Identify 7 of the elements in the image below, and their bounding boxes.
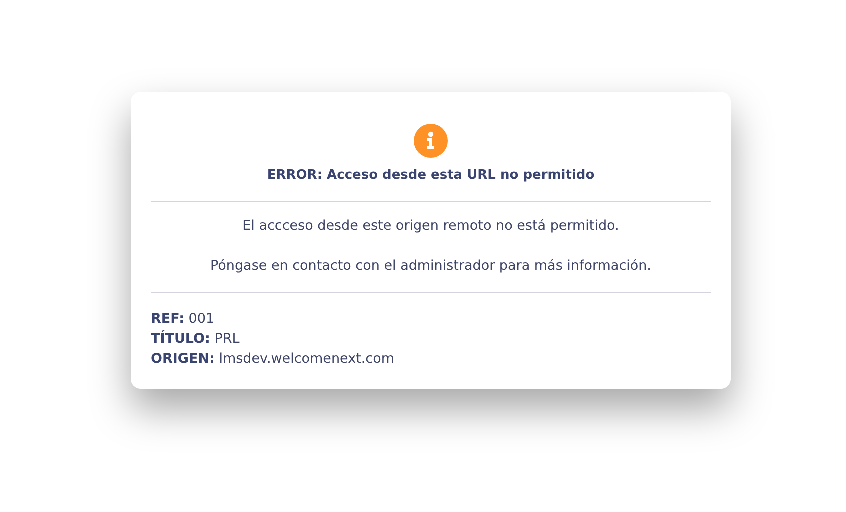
message-text: Póngase en contacto con el administrador para más información. xyxy=(210,258,652,274)
detail-line: REF: 001 xyxy=(151,311,216,327)
info-icon xyxy=(414,124,448,158)
detail-line: TÍTULO: PRL xyxy=(151,331,241,347)
message-text: El accceso desde este origen remoto no está permitido. xyxy=(242,218,620,234)
error-title: ERROR: Acceso desde esta URL no permitido xyxy=(267,168,595,183)
detail-line: ORIGEN: lmsdev.welcomenext.com xyxy=(151,351,396,367)
